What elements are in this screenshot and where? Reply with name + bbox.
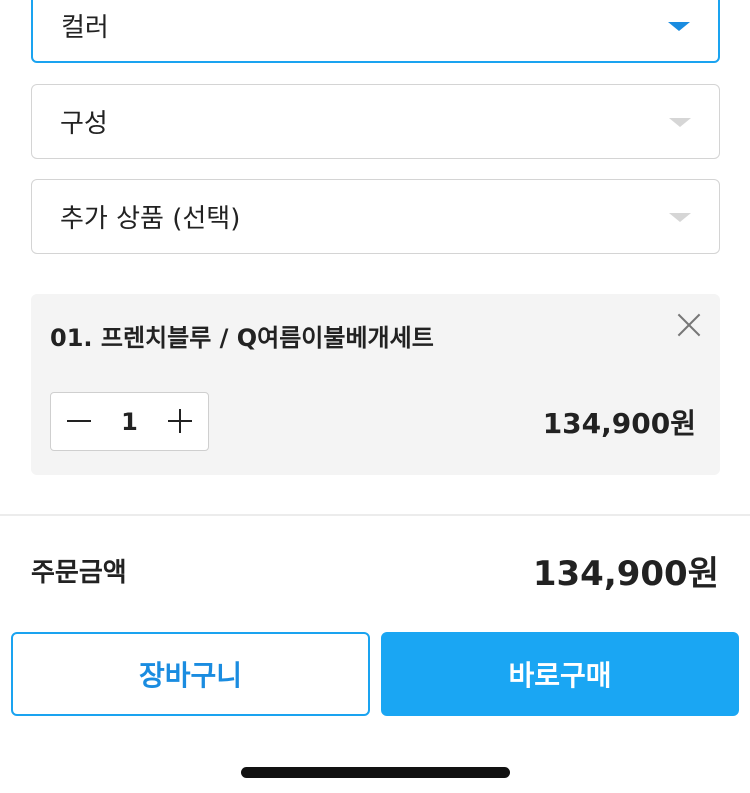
chevron-down-icon (669, 212, 691, 222)
color-select[interactable]: 컬러 (31, 0, 720, 63)
color-select-label: 컬러 (61, 13, 109, 43)
divider (0, 514, 750, 516)
chevron-down-icon (669, 117, 691, 127)
increase-quantity-button[interactable] (152, 393, 208, 450)
quantity-stepper: 1 (50, 392, 209, 451)
decrease-quantity-button[interactable] (51, 393, 107, 450)
chevron-down-icon (668, 21, 690, 31)
addon-select-label: 추가 상품 (선택) (60, 204, 241, 234)
addon-select[interactable]: 추가 상품 (선택) (31, 179, 720, 254)
close-icon[interactable] (676, 312, 702, 338)
composition-select[interactable]: 구성 (31, 84, 720, 159)
selected-item-title: 01. 프렌치블루 / Q여름이불베개세트 (50, 324, 434, 352)
minus-icon (67, 420, 91, 422)
buy-now-button[interactable]: 바로구매 (381, 632, 739, 716)
quantity-value[interactable]: 1 (121, 408, 138, 436)
plus-icon-vertical (178, 409, 181, 433)
order-total-price: 134,900원 (532, 554, 719, 594)
home-indicator[interactable] (241, 767, 510, 778)
order-total-label: 주문금액 (31, 558, 127, 588)
selected-item-card: 01. 프렌치블루 / Q여름이불베개세트 1 134,900원 (31, 294, 720, 475)
composition-select-label: 구성 (60, 109, 108, 139)
add-to-cart-button[interactable]: 장바구니 (11, 632, 370, 716)
order-options-page: 컬러 구성 추가 상품 (선택) 01. 프렌치블루 / Q여름이불베개세트 1… (0, 0, 750, 793)
selected-item-price: 134,900원 (542, 407, 696, 440)
